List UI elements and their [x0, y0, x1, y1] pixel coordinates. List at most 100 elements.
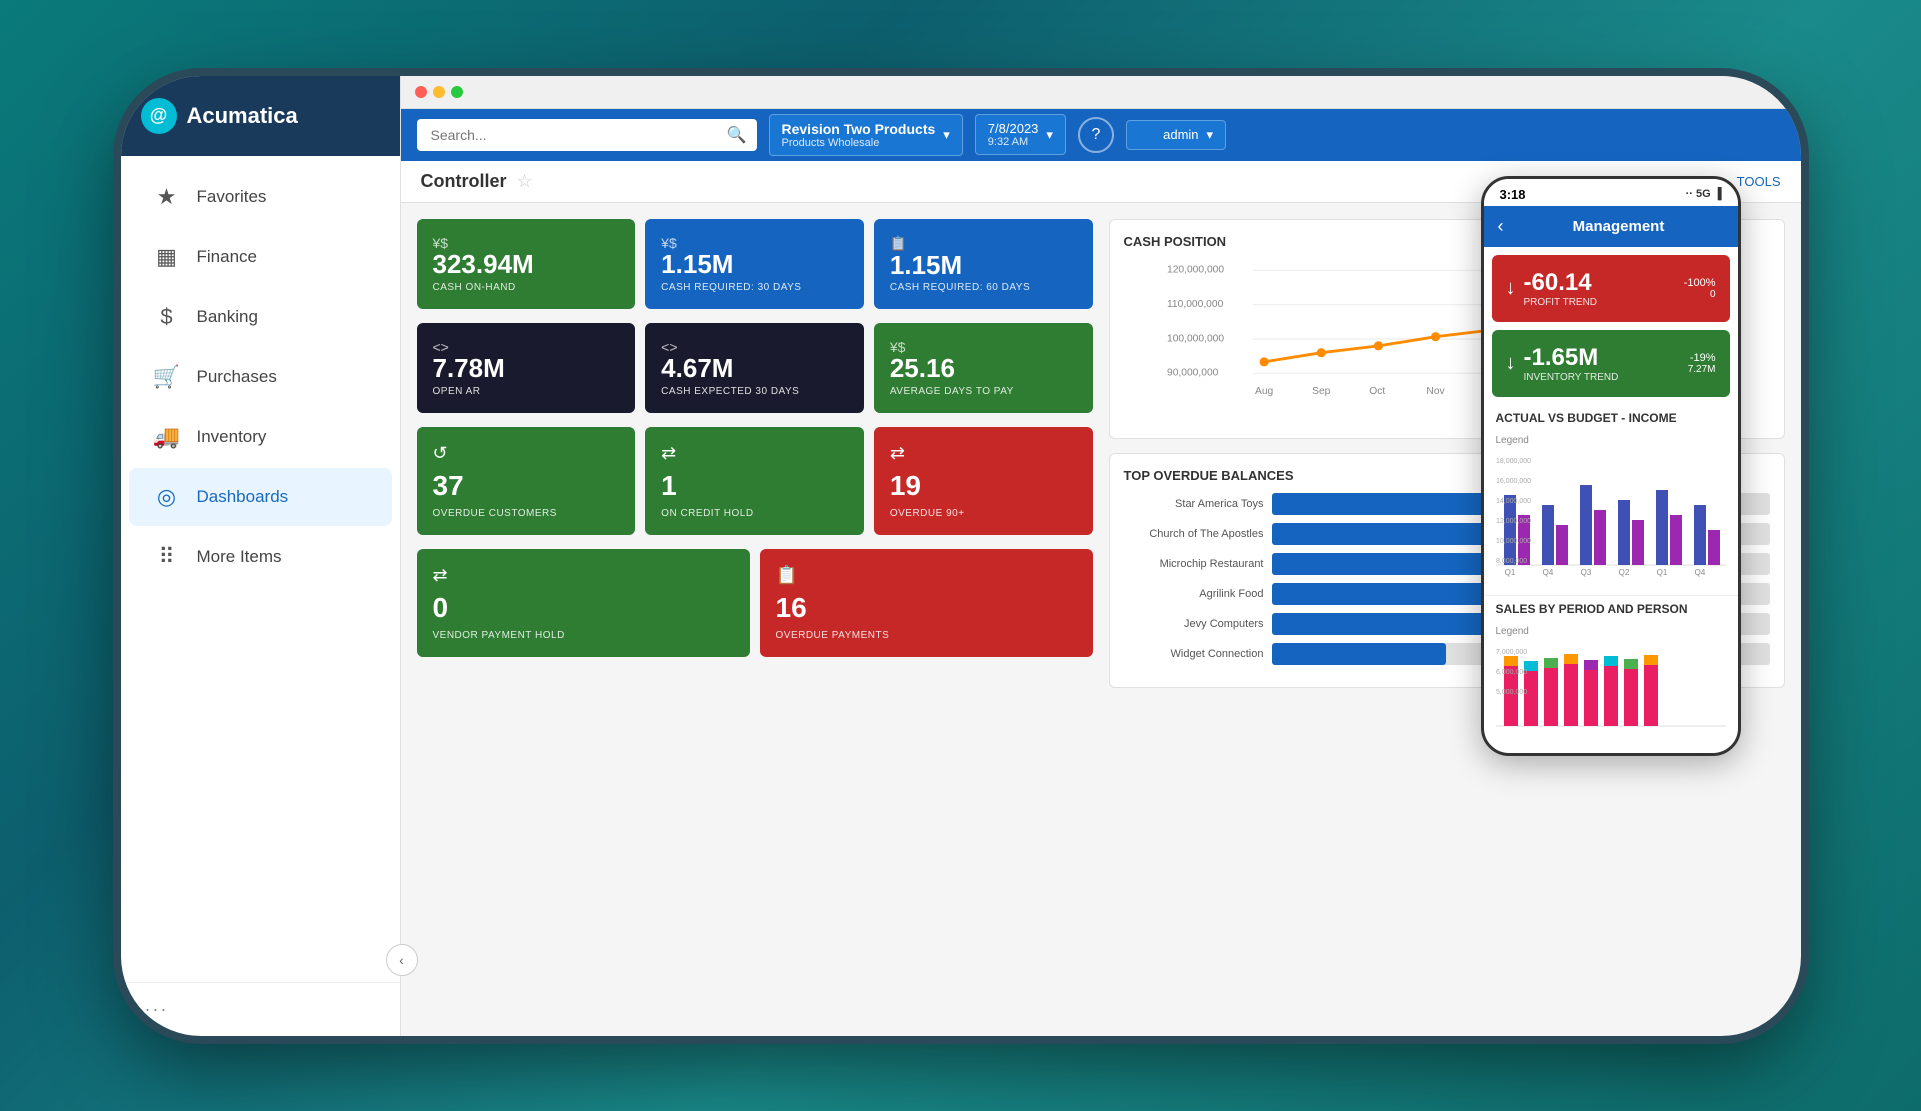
mobile-legend-1: Legend	[1496, 435, 1726, 446]
topbar: 🔍 Revision Two Products Products Wholesa…	[401, 109, 1801, 161]
kpi-cash-exp-value: 4.67M	[661, 355, 848, 381]
kpi-cash-on-hand[interactable]: ¥$ 323.94M CASH ON-HAND	[417, 219, 636, 309]
question-icon: ?	[1091, 126, 1100, 144]
sidebar-item-favorites[interactable]: ★ Favorites	[129, 168, 392, 226]
refresh-icon: ↺	[433, 443, 620, 464]
sidebar-label-dashboards: Dashboards	[197, 487, 289, 507]
more-dots-icon[interactable]: ···	[145, 999, 169, 1020]
mobile-profit-label: PROFIT TREND	[1524, 297, 1598, 308]
svg-text:90,000,000: 90,000,000	[1167, 367, 1219, 378]
mobile-legend-2: Legend	[1496, 626, 1726, 637]
ar-90-value: 19	[890, 470, 1077, 502]
help-button[interactable]: ?	[1078, 117, 1114, 153]
time-value: 9:32 AM	[988, 136, 1039, 148]
mobile-back-icon[interactable]: ‹	[1498, 216, 1504, 237]
mobile-kpi-profit[interactable]: ↓ -60.14 PROFIT TREND -100% 0	[1492, 255, 1730, 322]
kpi-cash-req-60-label: CASH REQUIRED: 60 DAYS	[890, 282, 1077, 293]
kpi-row-2: <> 7.78M OPEN AR <> 4.67M CASH EXPECTED …	[417, 323, 1093, 413]
logo-text: Acumatica	[187, 103, 298, 129]
currency-icon-2: ¥$	[661, 235, 677, 251]
svg-text:Q4: Q4	[1542, 568, 1553, 577]
favorite-star-icon[interactable]: ☆	[517, 171, 533, 192]
sidebar-label-finance: Finance	[197, 247, 257, 267]
kpi-cash-exp-label: CASH EXPECTED 30 DAYS	[661, 386, 848, 397]
mobile-overlay: 3:18 ·· 5G ▐ ‹ Management ↓ -60.14 PROFI…	[1481, 176, 1741, 756]
kpi-cash-required-60[interactable]: 📋 1.15M CASH REQUIRED: 60 DAYS	[874, 219, 1093, 309]
dollar-icon: $	[153, 304, 181, 330]
down-arrow-icon-2: ↓	[1506, 352, 1516, 375]
company-selector[interactable]: Revision Two Products Products Wholesale…	[769, 114, 963, 156]
bar-label-6: Widget Connection	[1124, 648, 1264, 660]
overdue-payments[interactable]: 📋 16 OVERDUE PAYMENTS	[760, 549, 1093, 657]
left-panel: ¥$ 323.94M CASH ON-HAND ¥$ 1.15M CASH RE…	[417, 219, 1093, 1020]
bar-label-3: Microchip Restaurant	[1124, 558, 1264, 570]
page-title-area: Controller ☆	[421, 171, 533, 192]
kpi-cash-on-hand-value: 323.94M	[433, 251, 620, 277]
mobile-nav: ‹ Management	[1484, 206, 1738, 247]
chrome-maximize	[451, 86, 463, 98]
ar-overdue-customers[interactable]: ↺ 37 OVERDUE CUSTOMERS	[417, 427, 636, 535]
transfer-icon-2: ⇄	[890, 443, 1077, 464]
date-selector[interactable]: 7/8/2023 9:32 AM ▾	[975, 114, 1066, 155]
company-name: Revision Two Products	[782, 121, 936, 137]
ar-overdue-90[interactable]: ⇄ 19 OVERDUE 90+	[874, 427, 1093, 535]
sidebar-label-purchases: Purchases	[197, 367, 277, 387]
ar-credit-hold[interactable]: ⇄ 1 ON CREDIT HOLD	[645, 427, 864, 535]
svg-text:Nov: Nov	[1426, 385, 1445, 396]
tools-button[interactable]: TOOLS	[1737, 174, 1781, 189]
payment-row: ⇄ 0 VENDOR PAYMENT HOLD 📋 16 OVERDUE PAY…	[417, 549, 1093, 657]
window-chrome	[401, 76, 1801, 109]
mobile-inventory-badge: -19% 7.27M	[1688, 352, 1716, 375]
sidebar-item-inventory[interactable]: 🚚 Inventory	[129, 408, 392, 466]
ar-credit-label: ON CREDIT HOLD	[661, 508, 848, 519]
ar-90-label: OVERDUE 90+	[890, 508, 1077, 519]
ar-overdue-value: 37	[433, 470, 620, 502]
bar-label-4: Agrilink Food	[1124, 588, 1264, 600]
svg-text:16,000,000: 16,000,000	[1496, 478, 1531, 485]
svg-text:Q3: Q3	[1580, 568, 1591, 577]
chrome-minimize	[433, 86, 445, 98]
sidebar-item-finance[interactable]: ▦ Finance	[129, 228, 392, 286]
ar-credit-value: 1	[661, 470, 848, 502]
svg-text:10,000,000: 10,000,000	[1496, 538, 1531, 545]
sidebar-item-purchases[interactable]: 🛒 Purchases	[129, 348, 392, 406]
overdue-pay-label: OVERDUE PAYMENTS	[776, 630, 1077, 641]
kpi-avg-days-value: 25.16	[890, 355, 1077, 381]
kpi-cash-req-60-value: 1.15M	[890, 252, 1077, 278]
sidebar-label-favorites: Favorites	[197, 187, 267, 207]
sidebar-item-more[interactable]: ⠿ More Items	[129, 528, 392, 586]
svg-text:100,000,000: 100,000,000	[1167, 333, 1224, 344]
payment-hold-value: 0	[433, 592, 734, 624]
ar-overdue-label: OVERDUE CUSTOMERS	[433, 508, 620, 519]
ar-row: ↺ 37 OVERDUE CUSTOMERS ⇄ 1 ON CREDIT HOL…	[417, 427, 1093, 535]
chrome-close	[415, 86, 427, 98]
kpi-open-ar-value: 7.78M	[433, 355, 620, 381]
chevron-down-icon: ▾	[943, 127, 950, 143]
truck-icon: 🚚	[153, 424, 181, 450]
transfer-icon-1: ⇄	[661, 443, 848, 464]
user-button[interactable]: 👤 admin ▾	[1126, 120, 1226, 150]
mobile-nav-title: Management	[1514, 218, 1724, 235]
sidebar-item-banking[interactable]: $ Banking	[129, 288, 392, 346]
cart-icon: 🛒	[153, 364, 181, 390]
chevron-down-icon-user: ▾	[1207, 127, 1214, 143]
mobile-kpi-inventory[interactable]: ↓ -1.65M INVENTORY TREND -19% 7.27M	[1492, 330, 1730, 397]
search-input[interactable]	[417, 119, 757, 151]
svg-text:5,000,000: 5,000,000	[1496, 689, 1527, 696]
kpi-cash-required-30[interactable]: ¥$ 1.15M CASH REQUIRED: 30 DAYS	[645, 219, 864, 309]
bar-label-1: Star America Toys	[1124, 498, 1264, 510]
mobile-bar-chart-svg: Q1 Q4 Q3 Q2 Q1 Q4 18,000,000 16,000,000 …	[1496, 450, 1726, 580]
bar-fill-5	[1272, 613, 1511, 635]
sidebar-item-dashboards[interactable]: ◎ Dashboards	[129, 468, 392, 526]
kpi-open-ar[interactable]: <> 7.78M OPEN AR	[417, 323, 636, 413]
svg-text:120,000,000: 120,000,000	[1167, 264, 1224, 275]
sidebar-label-banking: Banking	[197, 307, 258, 327]
kpi-cash-expected[interactable]: <> 4.67M CASH EXPECTED 30 DAYS	[645, 323, 864, 413]
svg-text:12,000,000: 12,000,000	[1496, 518, 1531, 525]
code-icon-2: <>	[661, 339, 677, 355]
grid-dots-icon: ⠿	[153, 544, 181, 570]
kpi-avg-days[interactable]: ¥$ 25.16 AVERAGE DAYS TO PAY	[874, 323, 1093, 413]
device-frame: @ Acumatica ★ Favorites ▦ Finance $ Bank…	[121, 76, 1801, 1036]
payment-hold[interactable]: ⇄ 0 VENDOR PAYMENT HOLD	[417, 549, 750, 657]
svg-text:Q2: Q2	[1618, 568, 1629, 577]
